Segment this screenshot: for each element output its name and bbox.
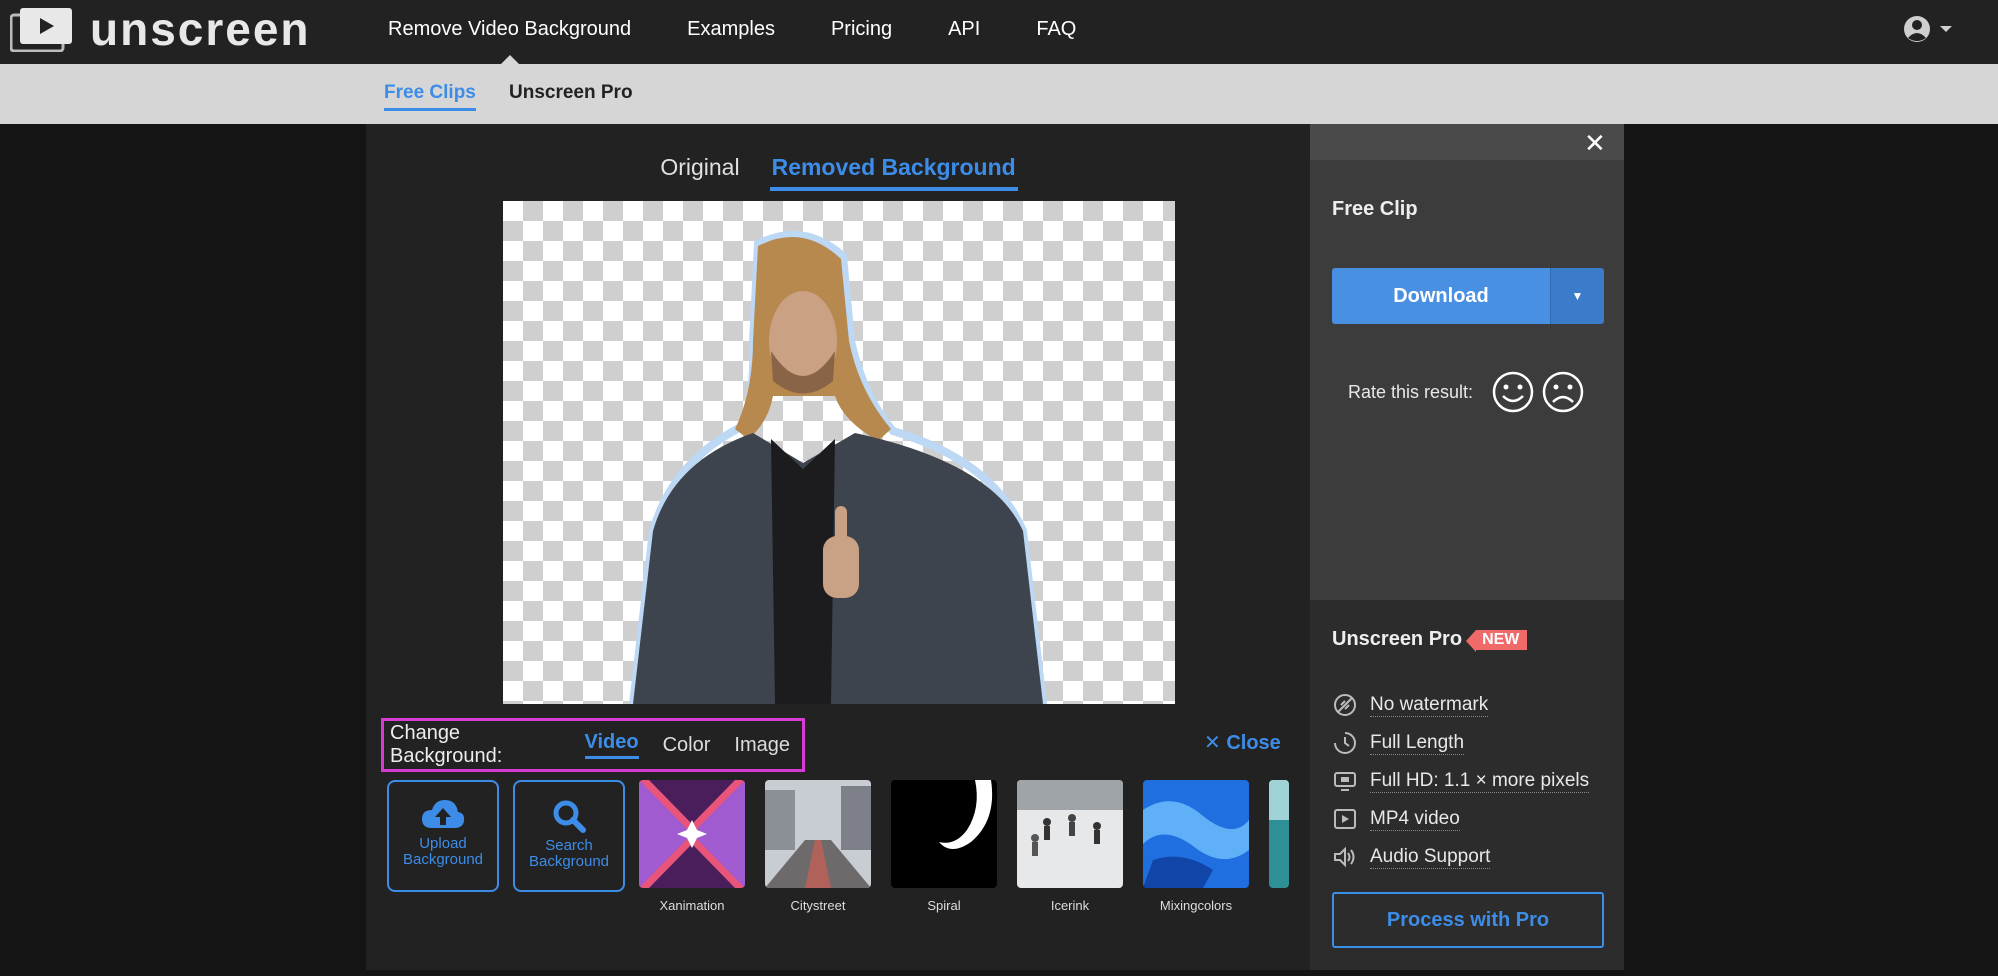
feature-label: No watermark — [1370, 693, 1489, 717]
clock-icon — [1334, 732, 1356, 754]
pro-title: Unscreen Pro NEW — [1332, 628, 1528, 652]
feature-full-hd: Full HD: 1.1 × more pixels — [1332, 762, 1590, 800]
editor-panel: Original Removed Background Change Backg… — [366, 124, 1310, 970]
video-preview[interactable] — [503, 201, 1175, 704]
thumbnail-label-xanimation: Xanimation — [659, 898, 725, 913]
logo[interactable]: unscreen — [10, 6, 311, 52]
no-watermark-icon — [1334, 694, 1356, 716]
play-logo-icon — [10, 8, 72, 52]
sub-navbar: Free Clips Unscreen Pro — [0, 64, 1998, 124]
download-side-panel: ✕ Free Clip Download ▼ Rate this result:… — [1310, 124, 1624, 970]
view-tabs: Original Removed Background — [366, 154, 1310, 191]
cloud-upload-icon — [422, 800, 465, 828]
feature-label: Full Length — [1370, 731, 1465, 755]
feature-audio-support: Audio Support — [1332, 838, 1589, 876]
nav-pricing[interactable]: Pricing — [803, 0, 920, 64]
feature-mp4-video: MP4 video — [1332, 800, 1589, 838]
thumbnail-partial[interactable] — [1269, 780, 1289, 888]
bg-tab-image[interactable]: Image — [734, 734, 790, 757]
feature-label: Audio Support — [1370, 845, 1491, 869]
monitor-icon — [1334, 772, 1356, 791]
nav-remove-video-background[interactable]: Remove Video Background — [360, 0, 659, 64]
close-label: Close — [1226, 732, 1281, 754]
bg-tab-video[interactable]: Video — [584, 731, 639, 759]
account-menu[interactable] — [1902, 14, 1954, 44]
person-cutout-image — [628, 230, 1048, 704]
feature-label: MP4 video — [1370, 807, 1460, 831]
new-badge: NEW — [1465, 629, 1528, 652]
citystreet-image — [765, 780, 871, 888]
background-thumbnails: Upload Background Search Background Xani… — [387, 780, 1289, 920]
thumbnail-spiral[interactable] — [891, 780, 997, 888]
smiley-face-icon[interactable] — [1491, 370, 1535, 414]
spiral-image — [891, 780, 997, 888]
nav-api[interactable]: API — [920, 0, 1008, 64]
top-navbar: unscreen Remove Video Background Example… — [0, 0, 1998, 64]
change-background-label: Change Background: — [390, 722, 503, 767]
caret-down-icon: ▼ — [1571, 289, 1584, 303]
tab-unscreen-pro[interactable]: Unscreen Pro — [509, 82, 633, 104]
sad-face-icon[interactable] — [1541, 370, 1585, 414]
thumbnail-label-icerink: Icerink — [1050, 898, 1090, 913]
thumbnail-label-spiral: Spiral — [927, 898, 961, 913]
search-background-label: Search Background — [528, 837, 610, 870]
main-nav: Remove Video Background Examples Pricing… — [360, 0, 1104, 64]
feature-label: Full HD: 1.1 × more pixels — [1370, 769, 1590, 793]
thumbnail-citystreet[interactable] — [765, 780, 871, 888]
thumbnail-label-mixingcolors: Mixingcolors — [1159, 898, 1233, 913]
xanimation-image — [639, 780, 745, 888]
thumbnail-icerink[interactable] — [1017, 780, 1123, 888]
thumbnail-mixingcolors[interactable] — [1143, 780, 1249, 888]
rate-result: Rate this result: — [1348, 370, 1585, 414]
search-background-button[interactable]: Search Background — [513, 780, 625, 892]
side-panel-header — [1310, 124, 1624, 160]
pro-upsell-panel: Unscreen Pro NEW No watermark Full Lengt… — [1310, 600, 1624, 970]
tab-original[interactable]: Original — [658, 154, 741, 191]
video-file-icon — [1334, 809, 1356, 829]
close-icon[interactable]: ✕ — [1584, 128, 1606, 159]
tab-removed-background[interactable]: Removed Background — [769, 154, 1018, 191]
partial-thumbnail-image — [1269, 780, 1289, 888]
rate-label: Rate this result: — [1348, 381, 1474, 402]
mixingcolors-image — [1143, 780, 1249, 888]
close-x-icon: ✕ — [1204, 732, 1221, 754]
upload-background-label: Upload Background — [402, 835, 484, 868]
nav-examples[interactable]: Examples — [659, 0, 803, 64]
nav-faq[interactable]: FAQ — [1008, 0, 1104, 64]
icerink-image — [1017, 780, 1123, 888]
thumbnail-label-citystreet: Citystreet — [790, 898, 846, 913]
bg-tab-color[interactable]: Color — [663, 734, 711, 757]
process-with-pro-button[interactable]: Process with Pro — [1332, 892, 1604, 948]
download-button[interactable]: Download — [1332, 268, 1550, 324]
feature-full-length: Full Length — [1332, 724, 1589, 762]
user-avatar-icon — [1904, 16, 1930, 42]
tab-free-clips[interactable]: Free Clips — [384, 82, 476, 111]
pro-features-list: No watermark Full Length Full HD: 1.1 × … — [1332, 686, 1590, 876]
pro-title-text: Unscreen Pro — [1332, 628, 1463, 650]
upload-background-button[interactable]: Upload Background — [387, 780, 499, 892]
search-icon — [553, 800, 586, 833]
brand-name: unscreen — [90, 3, 311, 55]
download-button-group: Download ▼ — [1332, 268, 1604, 324]
feature-no-watermark: No watermark — [1332, 686, 1589, 724]
thumbnail-xanimation[interactable] — [639, 780, 745, 888]
free-clip-title: Free Clip — [1332, 198, 1418, 220]
speaker-icon — [1334, 846, 1355, 868]
download-options-dropdown[interactable]: ▼ — [1550, 268, 1604, 324]
close-change-background[interactable]: ✕ Close — [1204, 730, 1281, 755]
chevron-down-icon — [1940, 26, 1952, 32]
change-background-bar: Change Background: Video Color Image — [381, 718, 805, 772]
